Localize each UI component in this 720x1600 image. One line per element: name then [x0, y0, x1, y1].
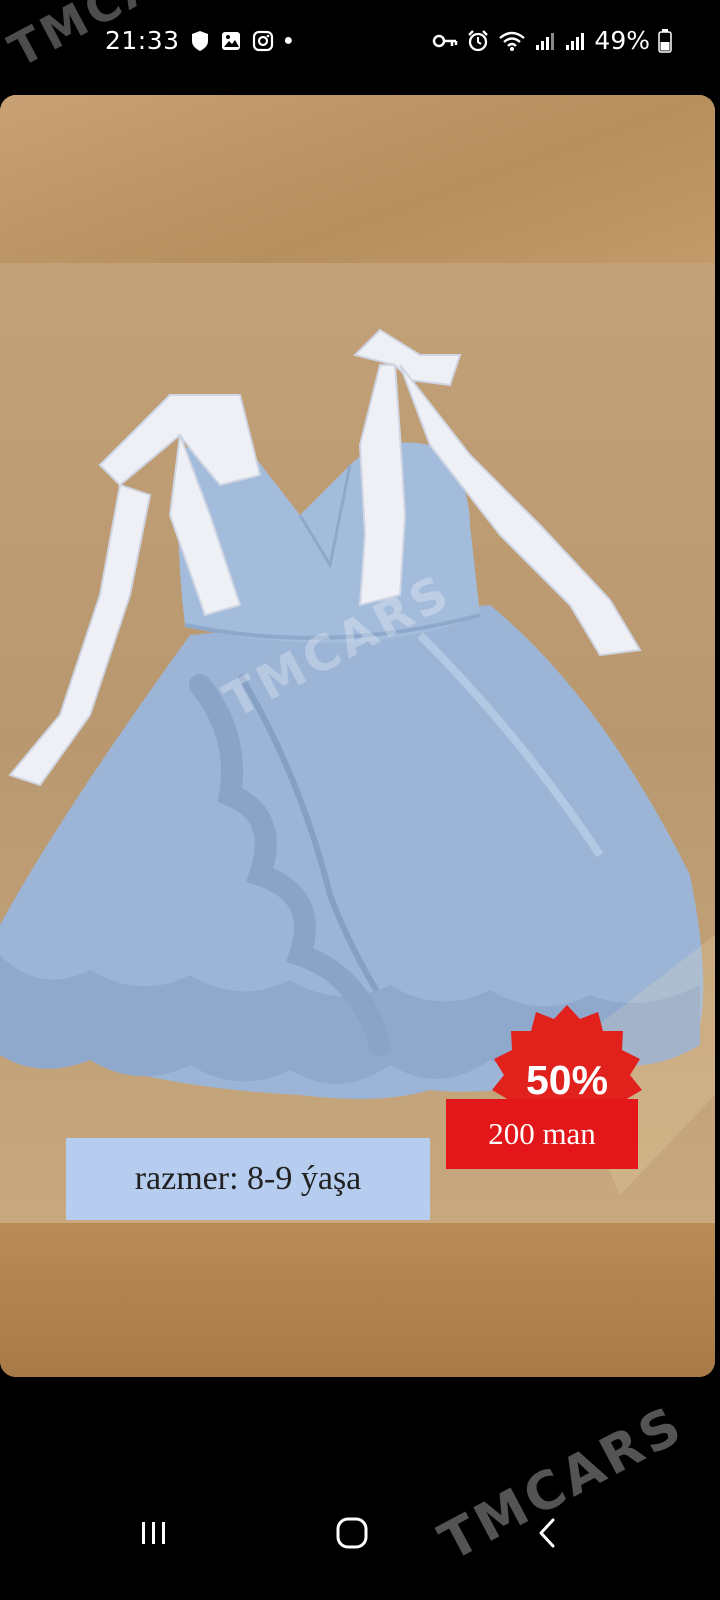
navigation-bar: [0, 1490, 720, 1570]
home-button[interactable]: [322, 1508, 382, 1558]
back-icon: [539, 1518, 555, 1548]
gallery-icon: [220, 30, 242, 52]
dot-icon: ●: [283, 31, 294, 49]
signal-icon: [534, 30, 556, 52]
recent-apps-button[interactable]: [124, 1508, 184, 1558]
key-icon: [432, 32, 458, 50]
wifi-icon: [498, 30, 526, 52]
alarm-icon: [466, 29, 490, 53]
status-right: 49%: [432, 26, 672, 55]
status-left: 21:33 ●: [105, 26, 293, 55]
battery-percent: 49%: [594, 26, 650, 55]
back-button[interactable]: [518, 1508, 578, 1558]
instagram-icon: [252, 30, 274, 52]
price-label: 200 man: [446, 1099, 638, 1169]
shield-icon: [190, 30, 210, 52]
home-icon: [336, 1517, 368, 1549]
size-label: razmer: 8-9 ýaşa: [66, 1138, 430, 1220]
signal-icon: [564, 30, 586, 52]
recent-apps-icon: [142, 1522, 165, 1544]
battery-icon: [658, 28, 672, 53]
status-time: 21:33: [105, 26, 180, 55]
